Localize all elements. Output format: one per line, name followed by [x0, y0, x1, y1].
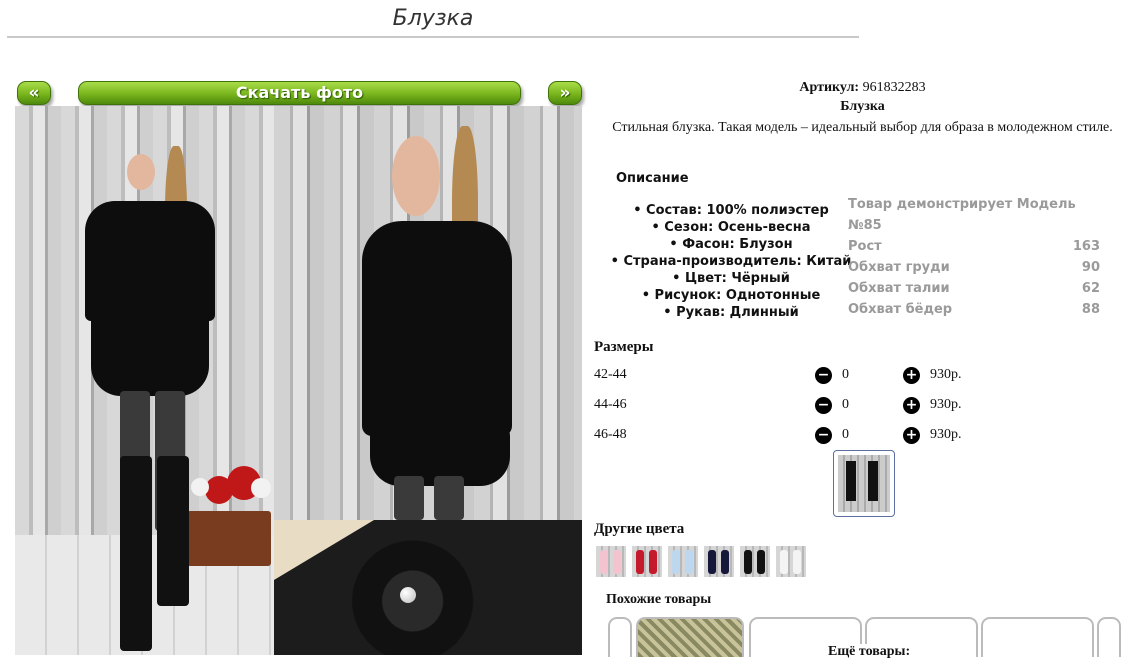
swatch-figure — [744, 550, 752, 574]
measurement-value: 163 — [1072, 239, 1100, 254]
side-product-photo[interactable] — [274, 106, 582, 520]
measurement-row: Рост 163 — [848, 236, 1100, 257]
swatch-figure — [649, 550, 657, 574]
detail-product-photo[interactable] — [274, 520, 582, 655]
size-label: 44-46 — [594, 397, 627, 412]
model-blouse — [85, 201, 215, 321]
description-heading: Описание — [616, 171, 689, 186]
model-blouse — [362, 221, 512, 436]
swatch-figure — [757, 550, 765, 574]
page-title: Блузка — [392, 6, 474, 31]
plus-circle-icon[interactable]: + — [903, 367, 920, 384]
spec-item: Фасон: Блузон — [600, 236, 862, 253]
measurement-row: Обхват груди 90 — [848, 257, 1100, 278]
plus-circle-icon[interactable]: + — [903, 427, 920, 444]
model-heading: Товар демонстрирует Модель №85 — [848, 197, 1076, 233]
product-name: Блузка — [840, 99, 885, 114]
model-boot — [157, 456, 189, 606]
size-label: 42-44 — [594, 367, 627, 382]
model-head — [392, 136, 440, 216]
minus-circle-icon[interactable]: − — [815, 427, 832, 444]
similar-scroll-right[interactable] — [1097, 617, 1121, 657]
quantity-value: 0 — [842, 427, 849, 442]
measurement-label: Обхват бёдер — [848, 302, 953, 317]
swatch-figure — [708, 550, 716, 574]
article-value: 961832283 — [862, 80, 926, 95]
background-corner — [274, 520, 374, 580]
swatch-figure — [793, 550, 801, 574]
similar-heading: Похожие товары — [606, 592, 712, 607]
white-flower — [191, 478, 209, 496]
similar-product-card[interactable] — [636, 617, 744, 657]
swatch-figure — [636, 550, 644, 574]
spec-item: Рисунок: Однотонные — [600, 287, 862, 304]
prev-photo-button[interactable]: « — [17, 81, 51, 105]
next-photo-button[interactable]: » — [548, 81, 582, 105]
more-products-link[interactable]: Ещё товары: — [826, 644, 913, 660]
swatch-figure — [613, 550, 621, 574]
color-variant-thumb[interactable] — [668, 546, 698, 577]
measurement-label: Рост — [848, 239, 882, 254]
size-row: 42-44 − 0 + 930р. — [594, 365, 994, 385]
swatch-figure — [672, 550, 680, 574]
measurement-row: Обхват талии 62 — [848, 278, 1100, 299]
color-variant-thumb[interactable] — [704, 546, 734, 577]
measurement-label: Обхват талии — [848, 281, 950, 296]
swatch-figure — [721, 550, 729, 574]
minus-circle-icon[interactable]: − — [815, 397, 832, 414]
similar-scroll-left[interactable] — [608, 617, 632, 657]
model-leg — [434, 476, 464, 520]
download-photo-button[interactable]: Скачать фото — [78, 81, 521, 105]
model-boot — [120, 456, 152, 651]
spec-item: Сезон: Осень-весна — [600, 219, 862, 236]
measurement-value: 62 — [1081, 281, 1100, 296]
size-row: 44-46 − 0 + 930р. — [594, 395, 994, 415]
size-price: 930р. — [930, 427, 962, 442]
other-colors-heading: Другие цвета — [594, 521, 685, 537]
color-swatch-list — [596, 546, 806, 577]
white-flower — [251, 478, 271, 498]
spec-item: Страна-производитель: Китай — [600, 253, 862, 270]
color-variant-thumb[interactable] — [776, 546, 806, 577]
size-label: 46-48 — [594, 427, 627, 442]
thumbnail-image — [838, 455, 890, 512]
model-head — [127, 154, 155, 190]
article-label: Артикул: — [799, 80, 860, 95]
size-price: 930р. — [930, 397, 962, 412]
plus-circle-icon[interactable]: + — [903, 397, 920, 414]
swatch-figure — [685, 550, 693, 574]
swatch-figure — [600, 550, 608, 574]
model-leg — [394, 476, 424, 520]
model-shorts — [91, 311, 209, 396]
color-variant-thumb[interactable] — [740, 546, 770, 577]
flower-basket — [187, 511, 271, 566]
size-price: 930р. — [930, 367, 962, 382]
spec-item: Состав: 100% полиэстер — [600, 202, 862, 219]
product-thumbnail[interactable] — [833, 450, 895, 517]
quantity-value: 0 — [842, 367, 849, 382]
sizes-heading: Размеры — [594, 339, 654, 355]
model-measurements: Товар демонстрирует Модель №85 Рост 163 О… — [848, 194, 1100, 320]
pearl-button — [400, 587, 416, 603]
spec-item: Рукав: Длинный — [600, 304, 862, 321]
color-variant-thumb[interactable] — [632, 546, 662, 577]
article-line: Артикул: 961832283 — [594, 78, 1131, 98]
measurement-row: Обхват бёдер 88 — [848, 299, 1100, 320]
similar-product-card[interactable] — [981, 617, 1094, 657]
measurement-value: 90 — [1081, 260, 1100, 275]
size-row: 46-48 − 0 + 930р. — [594, 425, 994, 445]
minus-circle-icon[interactable]: − — [815, 367, 832, 384]
color-variant-thumb[interactable] — [596, 546, 626, 577]
swatch-figure — [780, 550, 788, 574]
measurement-label: Обхват груди — [848, 260, 950, 275]
main-product-photo[interactable] — [15, 106, 274, 655]
spec-item: Цвет: Чёрный — [600, 270, 862, 287]
quantity-value: 0 — [842, 397, 849, 412]
product-description: Стильная блузка. Такая модель – идеальны… — [612, 120, 1113, 135]
spec-list: Состав: 100% полиэстер Сезон: Осень-весн… — [600, 202, 862, 321]
measurement-value: 88 — [1081, 302, 1100, 317]
title-divider — [7, 36, 859, 38]
